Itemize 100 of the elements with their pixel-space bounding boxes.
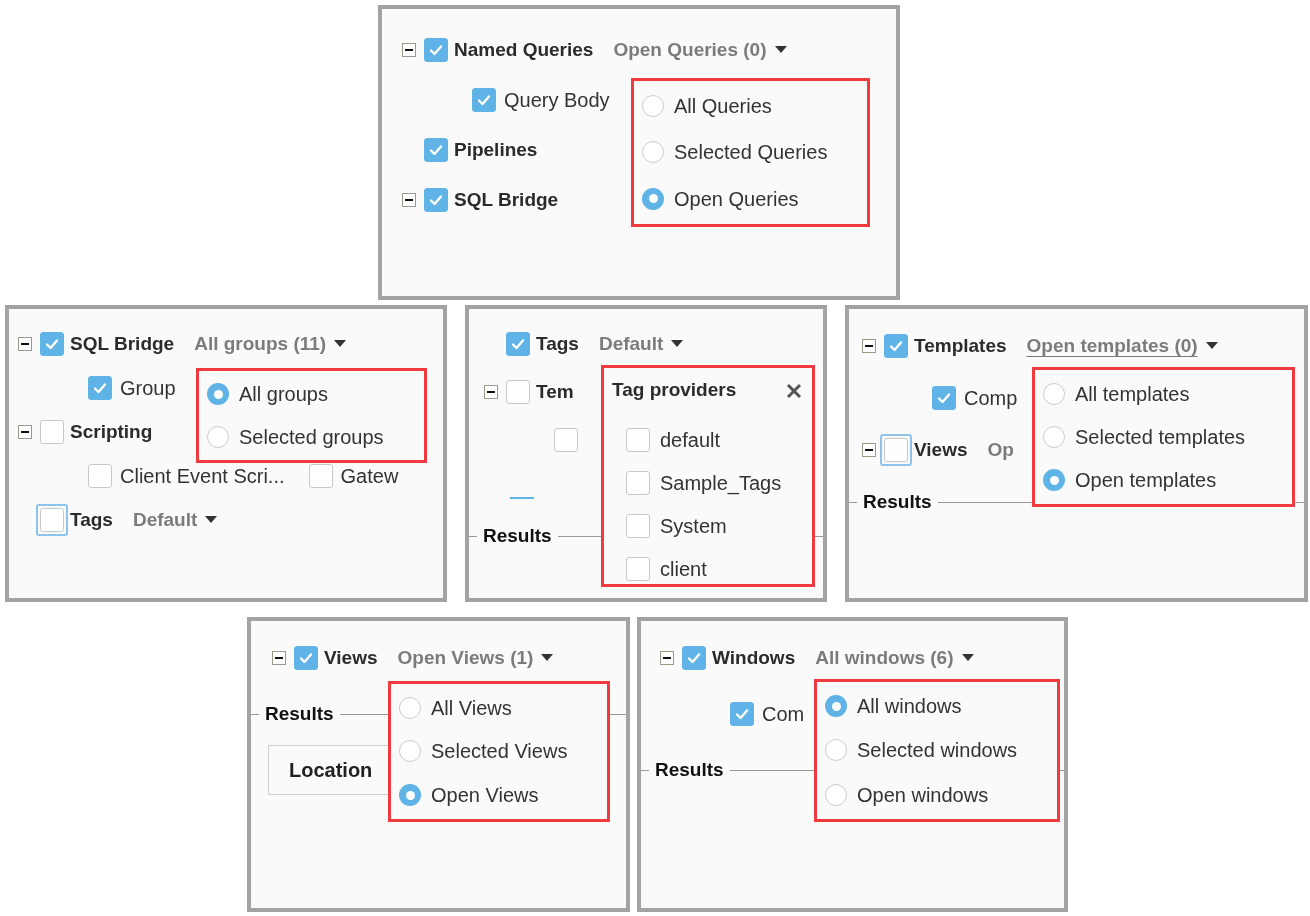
- tree-item-label: Comp: [964, 386, 1018, 411]
- radio-option[interactable]: Selected Queries: [642, 137, 867, 168]
- checkmark-icon: [44, 336, 60, 352]
- collapse-icon[interactable]: [862, 339, 876, 353]
- collapse-icon[interactable]: [272, 651, 286, 665]
- checkmark-icon: [888, 338, 904, 354]
- collapse-icon[interactable]: [402, 43, 416, 57]
- checkbox[interactable]: [88, 464, 112, 488]
- tree-item-label: Views: [914, 437, 968, 462]
- checkbox[interactable]: [626, 514, 650, 538]
- tree-item-label: Tags: [70, 507, 113, 532]
- focus-underline: [510, 497, 534, 499]
- checkbox[interactable]: [554, 428, 578, 452]
- checkmark-icon: [298, 650, 314, 666]
- tree-item-label: Templates: [914, 333, 1007, 358]
- collapse-icon[interactable]: [484, 385, 498, 399]
- radio-option[interactable]: All groups: [207, 379, 424, 410]
- radio-option[interactable]: Selected groups: [207, 421, 424, 452]
- radio-option[interactable]: Open Queries: [642, 183, 867, 214]
- radio-option[interactable]: Selected Views: [399, 736, 607, 767]
- checkbox[interactable]: [308, 464, 333, 488]
- checkbox[interactable]: [424, 138, 448, 162]
- filter-dropdown[interactable]: Open Queries (0): [613, 35, 787, 65]
- checkbox[interactable]: [626, 471, 650, 495]
- filter-dropdown[interactable]: All windows (6): [815, 643, 974, 673]
- section-label: Results: [265, 701, 334, 726]
- checkbox-label: System: [660, 514, 727, 539]
- tree-item-label: Pipelines: [454, 137, 538, 162]
- caret-icon: [205, 516, 218, 524]
- checkbox[interactable]: [626, 428, 650, 452]
- caret-icon: [541, 654, 554, 662]
- checkbox[interactable]: [40, 332, 64, 356]
- checkmark-icon: [734, 706, 750, 722]
- checkbox[interactable]: [626, 557, 650, 581]
- tree-item-label: Tem: [536, 379, 574, 404]
- radio-option[interactable]: Open windows: [825, 779, 1057, 810]
- radio-option[interactable]: Selected windows: [825, 735, 1057, 766]
- radio-option[interactable]: All templates: [1043, 378, 1292, 409]
- collapse-icon[interactable]: [18, 337, 32, 351]
- checkbox[interactable]: [424, 38, 448, 62]
- radio-option[interactable]: Open templates: [1043, 465, 1292, 496]
- radio-option[interactable]: All Queries: [642, 91, 867, 122]
- collapse-icon[interactable]: [660, 651, 674, 665]
- tree-item-label: Gatew: [340, 464, 399, 489]
- tree-item-label: Query Body: [504, 88, 610, 113]
- filter-dropdown[interactable]: Default: [598, 329, 684, 359]
- caret-icon: [671, 340, 684, 348]
- radio-option[interactable]: All windows: [825, 691, 1057, 722]
- checkbox[interactable]: [730, 702, 754, 726]
- checkmark-icon: [686, 650, 702, 666]
- checkbox-label: client: [660, 557, 707, 582]
- checkbox[interactable]: [932, 386, 956, 410]
- checkbox[interactable]: [294, 646, 318, 670]
- checkbox[interactable]: [682, 646, 706, 670]
- radio-option[interactable]: Open Views: [399, 780, 607, 811]
- checkbox[interactable]: [40, 420, 64, 444]
- caret-icon: [334, 340, 347, 348]
- checkmark-icon: [428, 142, 444, 158]
- caret-icon: [1205, 342, 1218, 350]
- checkbox-label: Sample_Tags: [660, 471, 782, 497]
- caret-icon: [961, 654, 974, 662]
- filter-dropdown[interactable]: All groups (11): [194, 329, 347, 359]
- checkbox[interactable]: [88, 376, 112, 400]
- tree-item-label: SQL Bridge: [70, 331, 175, 356]
- collapse-icon[interactable]: [402, 193, 416, 207]
- checkmark-icon: [510, 336, 526, 352]
- checkbox-label: default: [660, 428, 721, 453]
- checkmark-icon: [92, 380, 108, 396]
- tree-item-label: Views: [324, 645, 378, 670]
- section-label: Results: [655, 757, 724, 782]
- popup-title: Tag providers: [612, 378, 737, 403]
- filter-dropdown[interactable]: Op: [987, 435, 1014, 465]
- checkbox[interactable]: [472, 88, 496, 112]
- checkmark-icon: [936, 390, 952, 406]
- tree-item-label: Scripting: [70, 419, 153, 444]
- caret-icon: [774, 46, 787, 54]
- checkbox[interactable]: [506, 380, 530, 404]
- tree-item-label: Named Queries: [454, 37, 594, 62]
- close-icon[interactable]: [786, 382, 802, 399]
- collapse-icon[interactable]: [18, 425, 32, 439]
- checkbox[interactable]: [884, 334, 908, 358]
- section-label: Results: [483, 523, 552, 548]
- checkbox[interactable]: [424, 188, 448, 212]
- checkbox[interactable]: [506, 332, 530, 356]
- tree-item-label: Tags: [536, 331, 579, 356]
- section-label: Results: [863, 489, 932, 514]
- checkmark-icon: [428, 42, 444, 58]
- filter-dropdown[interactable]: Default: [132, 505, 218, 535]
- filter-dropdown[interactable]: Open templates (0): [1026, 331, 1218, 361]
- checkmark-icon: [428, 192, 444, 208]
- collapse-icon[interactable]: [862, 443, 876, 457]
- tree-item-label: Windows: [712, 645, 796, 670]
- radio-option[interactable]: All Views: [399, 692, 607, 723]
- tree-item-label: Com: [762, 702, 805, 727]
- checkmark-icon: [476, 92, 492, 108]
- filter-dropdown[interactable]: Open Views (1): [397, 643, 554, 673]
- tree-item-label: Group: [120, 376, 176, 401]
- tree-item-label: SQL Bridge: [454, 187, 559, 212]
- tree-item-label: Client Event Scri...: [120, 464, 285, 489]
- radio-option[interactable]: Selected templates: [1043, 422, 1292, 452]
